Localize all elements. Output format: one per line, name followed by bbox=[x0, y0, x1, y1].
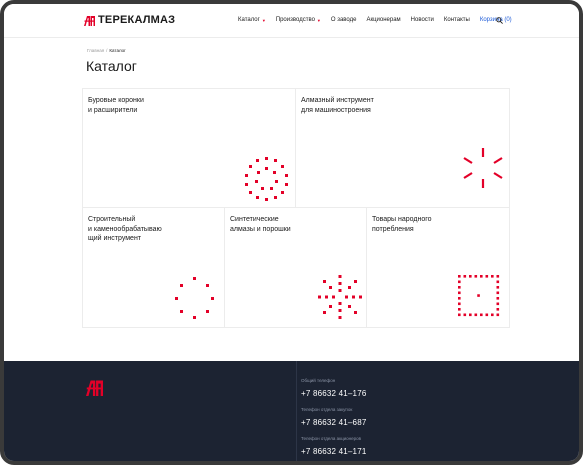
breadcrumb-separator: / bbox=[106, 48, 108, 53]
nav-item-about[interactable]: О заводе bbox=[331, 17, 357, 23]
brand-name: ТЕРЕКАЛМАЗ bbox=[98, 14, 176, 26]
catalog-grid: Буровые коронки и расширители Алмазный и… bbox=[82, 88, 510, 328]
nav-item-label: Каталог bbox=[238, 17, 260, 23]
breadcrumb-current: Каталог bbox=[109, 48, 126, 53]
catalog-card-title: Товары народного потребления bbox=[372, 216, 432, 233]
nav-item-contacts[interactable]: Контакты bbox=[444, 17, 470, 23]
nav-item-label: Производство bbox=[275, 17, 315, 23]
site-logo[interactable]: ТЕРЕКАЛМАЗ bbox=[84, 14, 175, 26]
dotted-circle-icon bbox=[175, 277, 214, 319]
site-header: ТЕРЕКАЛМАЗ Каталог ▼ Производство ▼ О за… bbox=[4, 4, 579, 38]
dotted-square-icon bbox=[458, 275, 500, 317]
brand-mark-icon bbox=[84, 15, 95, 26]
breadcrumb-home[interactable]: Главная bbox=[87, 48, 104, 53]
page-title: Каталог bbox=[86, 58, 137, 74]
snowflake-icon bbox=[318, 275, 362, 319]
dotted-ring-icon bbox=[245, 157, 288, 201]
breadcrumb: Главная / Каталог bbox=[87, 48, 126, 53]
chevron-down-icon: ▼ bbox=[316, 17, 321, 23]
contact-label: Телефон отдела закупок bbox=[301, 407, 353, 412]
contact-phone[interactable]: +7 86632 41–687 bbox=[301, 418, 367, 427]
nav-item-catalog[interactable]: Каталог ▼ bbox=[238, 17, 266, 23]
catalog-card-construction-tools[interactable]: Строительный и каменообрабатываю щий инс… bbox=[82, 207, 225, 328]
catalog-card-synthetic-diamonds[interactable]: Синтетические алмазы и порошки bbox=[224, 207, 367, 328]
chevron-down-icon: ▼ bbox=[261, 17, 266, 23]
contact-label: Телефон отдела акционеров bbox=[301, 436, 362, 441]
footer-contact-procurement: Телефон отдела закупок +7 86632 41–687 bbox=[301, 407, 367, 427]
contact-label: Общий телефон bbox=[301, 378, 336, 383]
main-nav: Каталог ▼ Производство ▼ О заводе Акцион… bbox=[238, 17, 521, 23]
nav-item-shareholders[interactable]: Акционерам bbox=[366, 17, 400, 23]
footer-contact-shareholders: Телефон отдела акционеров +7 86632 41–17… bbox=[301, 436, 367, 456]
browser-frame: ТЕРЕКАЛМАЗ Каталог ▼ Производство ▼ О за… bbox=[0, 0, 583, 465]
brand-mark-icon[interactable] bbox=[86, 379, 103, 396]
burst-icon bbox=[463, 148, 503, 188]
contact-phone[interactable]: +7 86632 41–176 bbox=[301, 389, 367, 398]
site-footer: Общий телефон +7 86632 41–176 Телефон от… bbox=[4, 361, 579, 461]
catalog-card-title: Синтетические алмазы и порошки bbox=[230, 216, 291, 233]
footer-divider bbox=[296, 361, 297, 461]
catalog-card-title: Алмазный инструмент для машиностроения bbox=[301, 97, 374, 114]
footer-contact-general: Общий телефон +7 86632 41–176 bbox=[301, 378, 367, 398]
catalog-card-title: Буровые коронки и расширители bbox=[88, 97, 144, 114]
catalog-card-title: Строительный и каменообрабатываю щий инс… bbox=[88, 216, 162, 242]
nav-item-news[interactable]: Новости bbox=[411, 17, 434, 23]
contact-phone[interactable]: +7 86632 41–171 bbox=[301, 447, 367, 456]
search-icon[interactable] bbox=[496, 17, 503, 24]
catalog-card-drill-bits[interactable]: Буровые коронки и расширители bbox=[82, 88, 296, 208]
catalog-card-consumer-goods[interactable]: Товары народного потребления bbox=[366, 207, 510, 328]
catalog-card-machine-tools[interactable]: Алмазный инструмент для машиностроения bbox=[295, 88, 510, 208]
nav-item-production[interactable]: Производство ▼ bbox=[276, 17, 321, 23]
